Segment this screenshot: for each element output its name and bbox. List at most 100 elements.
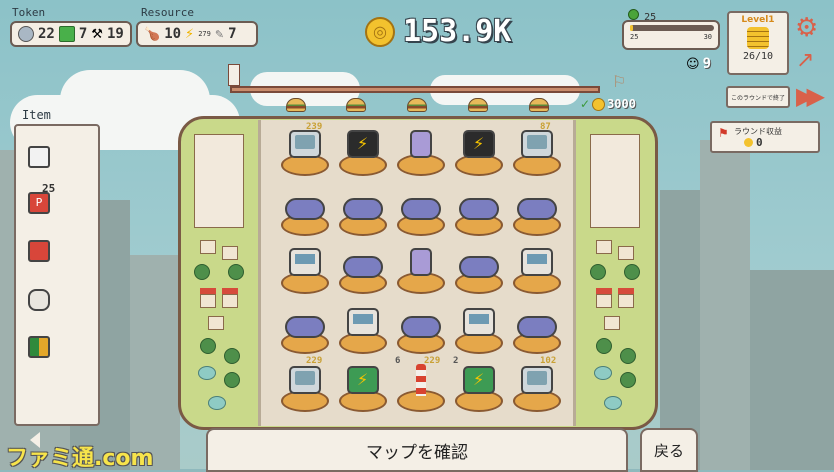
population-value: 9 [702, 56, 711, 72]
board-cell-gamepad[interactable] [396, 304, 446, 356]
shop-icon: ⚡ [463, 366, 495, 394]
house-icon [604, 316, 620, 330]
goal-display: ✓ 3000 [580, 97, 636, 111]
board-cell-shop-bolt[interactable]: ⚡ [338, 362, 388, 414]
confirm-map-button[interactable]: マップを確認 [206, 428, 628, 472]
board-cell-gamepad[interactable] [454, 244, 504, 296]
tree-icon [590, 264, 606, 280]
rock-icon [604, 396, 622, 410]
money-display: ◎ 153.9K [365, 14, 511, 49]
board-cell-dark-bolt[interactable]: ⚡ [338, 126, 388, 178]
rock-icon [208, 396, 226, 410]
background-building [130, 255, 180, 470]
resource-label: Resource [141, 6, 194, 19]
lightning-icon: ⚡ [473, 370, 485, 389]
board-cell-tv[interactable] [512, 126, 562, 178]
fast-forward-icon[interactable]: ▶▶ [796, 82, 825, 110]
board-cell-gamepad[interactable] [280, 186, 330, 238]
board-cell-gamepad[interactable] [396, 186, 446, 238]
board-cell-gamepad[interactable] [280, 304, 330, 356]
tv-icon [289, 130, 321, 158]
money-value: 153.9K [403, 14, 512, 49]
battery-item[interactable] [28, 336, 50, 358]
progress-bar [630, 25, 714, 31]
board-cell-pc[interactable] [280, 244, 330, 296]
rock-icon [198, 366, 216, 380]
level-card[interactable]: Level1 26/10 [727, 11, 789, 75]
hammer-icon: ⚒ [91, 26, 103, 42]
gamepad-icon [401, 316, 441, 338]
tv-icon [521, 366, 553, 394]
tree-icon [596, 338, 612, 354]
cell-count: 229 [306, 356, 323, 366]
gamepad-icon [285, 198, 325, 220]
cassette-item[interactable] [28, 146, 50, 168]
tower-icon [416, 364, 426, 396]
tree-icon [620, 372, 636, 388]
burger-icon [468, 98, 488, 112]
gamepad-icon [459, 256, 499, 278]
board-cell-gamepad[interactable] [512, 186, 562, 238]
parking-ticket-item[interactable]: P [28, 192, 50, 214]
board-cell-shop-bolt[interactable]: ⚡ [454, 362, 504, 414]
computer-icon [289, 248, 321, 276]
board-cell-gamepad[interactable] [338, 186, 388, 238]
goal-value: 3000 [607, 97, 636, 111]
toolbox-item[interactable] [28, 240, 50, 262]
burger-icon [407, 98, 427, 112]
board-cell-pc[interactable] [338, 304, 388, 356]
board-cell-gamepad[interactable] [454, 186, 504, 238]
house-icon [618, 246, 634, 260]
cell-count: 102 [540, 356, 557, 366]
power-station-icon: ⚡ [463, 130, 495, 158]
wrench-icon: ✎ [214, 27, 225, 41]
progress-min: 25 [630, 33, 639, 41]
background-building [750, 270, 834, 470]
resource-panel: 🍗 10 ⚡ 279 ✎ 7 [136, 21, 258, 47]
cell-count: 229 [424, 356, 441, 366]
tree-icon [228, 264, 244, 280]
back-button[interactable]: 戻る [640, 428, 698, 472]
house-icon [200, 240, 216, 254]
board-cell-handheld[interactable] [396, 126, 446, 178]
background-building [700, 140, 750, 470]
round-income-value: 0 [756, 136, 763, 149]
gamepad-icon [517, 198, 557, 220]
end-round-button[interactable]: このラウンドで終了 [726, 86, 790, 108]
board-cell-pc[interactable] [512, 244, 562, 296]
lightning-icon: ⚡ [185, 26, 195, 42]
silver-coin-icon [18, 26, 34, 42]
item-panel: P 25 [14, 124, 100, 426]
token-value: 19 [106, 26, 124, 42]
board-cell-pc[interactable] [454, 304, 504, 356]
resource-value: 10 [164, 26, 182, 42]
item-panel-title: Item [22, 108, 51, 122]
house-icon [200, 294, 216, 308]
city-building-icon [590, 134, 640, 228]
person-icon: ☺ [686, 56, 700, 72]
rice-cooker-item[interactable] [28, 289, 50, 311]
board-cell-gamepad[interactable] [512, 304, 562, 356]
board-cell-gamepad[interactable] [338, 244, 388, 296]
stats-chart-icon[interactable]: ↗ [796, 48, 814, 73]
board-cell-dark-bolt[interactable]: ⚡ [454, 126, 504, 178]
gold-coin-icon [592, 97, 606, 111]
board-cell-tv[interactable] [512, 362, 562, 414]
token-label: Token [12, 6, 46, 19]
gamepad-icon [343, 256, 383, 278]
gold-coin-icon [744, 138, 753, 147]
board-cell-handheld[interactable] [396, 244, 446, 296]
board-cell-tv[interactable] [280, 126, 330, 178]
gamepad-icon [343, 198, 383, 220]
population-display: ☺ 9 [686, 56, 711, 72]
resource-small-value: 279 [198, 30, 211, 38]
house-icon [596, 240, 612, 254]
gamepad-icon [285, 316, 325, 338]
gear-icon[interactable]: ⚙ [795, 13, 818, 43]
gold-coin-icon: ◎ [365, 16, 395, 47]
board-cell-tower[interactable] [396, 362, 446, 414]
burger-icon [529, 98, 549, 112]
drumstick-icon: 🍗 [144, 26, 161, 42]
tree-icon [200, 338, 216, 354]
board-cell-tv[interactable] [280, 362, 330, 414]
